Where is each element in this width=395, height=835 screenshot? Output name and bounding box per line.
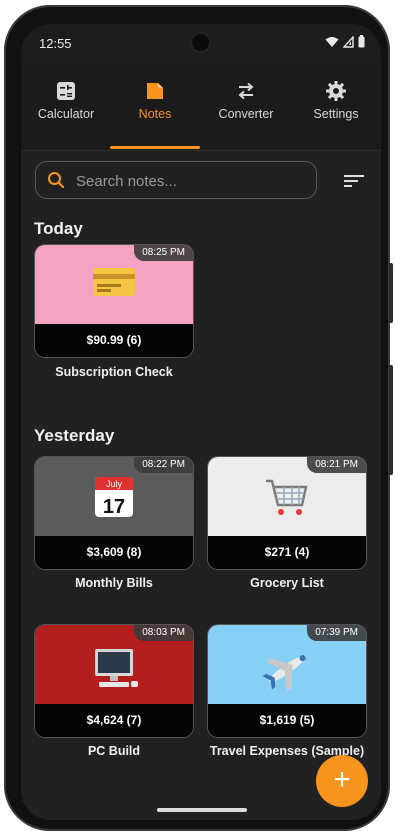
tab-converter[interactable]: Converter [201, 72, 291, 142]
calculator-icon [57, 82, 75, 100]
status-time: 12:55 [39, 36, 72, 51]
search-input[interactable] [74, 169, 308, 193]
plus-icon: + [333, 763, 351, 796]
tab-settings-label: Settings [313, 107, 359, 121]
note-amount: $271 (4) [208, 536, 366, 569]
tab-calculator-label: Calculator [37, 107, 95, 121]
note-time: 08:22 PM [134, 457, 193, 473]
search-box[interactable] [35, 161, 317, 199]
section-title-today: Today [34, 219, 83, 238]
converter-icon [238, 82, 254, 100]
search-icon [48, 172, 65, 189]
note-time: 08:25 PM [134, 245, 193, 261]
sort-icon[interactable] [343, 173, 365, 189]
note-card[interactable]: 08:03 PM $4,624 (7) [35, 625, 193, 737]
settings-icon [326, 81, 346, 101]
note-amount: $1,619 (5) [208, 704, 366, 737]
note-amount: $4,624 (7) [35, 704, 193, 737]
power-button [389, 365, 393, 475]
screen: 12:55 Calculator Notes Converter Setting… [21, 24, 381, 820]
airplane-icon [262, 655, 306, 691]
notes-content: Today 08:25 PM $90.99 (6) Subscription C… [21, 151, 381, 820]
gesture-navigation-bar[interactable] [157, 808, 247, 812]
note-amount: $3,609 (8) [35, 536, 193, 569]
wifi-icon [325, 36, 339, 47]
note-title: Subscription Check [55, 365, 173, 379]
tab-notes-label: Notes [138, 107, 172, 121]
status-bar: 12:55 [21, 24, 381, 62]
active-tab-indicator [110, 146, 200, 149]
notes-icon [147, 83, 163, 99]
calendar-icon: July 17 [95, 477, 133, 518]
note-title: Grocery List [250, 576, 324, 590]
note-card[interactable]: 07:39 PM $1,619 (5) [208, 625, 366, 737]
add-note-button[interactable]: + [316, 755, 368, 807]
tab-calculator[interactable]: Calculator [21, 72, 111, 142]
section-title-yesterday: Yesterday [34, 426, 115, 445]
front-camera [192, 34, 209, 51]
note-card[interactable]: 08:21 PM $271 (4) [208, 457, 366, 569]
tab-notes[interactable]: Notes [110, 72, 200, 142]
computer-icon [95, 649, 138, 687]
calendar-month: July [106, 479, 123, 489]
calendar-day: 17 [103, 496, 125, 518]
system-icons [325, 35, 365, 48]
credit-card-icon [93, 268, 135, 296]
note-title: Monthly Bills [75, 576, 153, 590]
note-time: 07:39 PM [307, 625, 366, 641]
note-card[interactable]: 08:25 PM $90.99 (6) [35, 245, 193, 357]
note-time: 08:03 PM [134, 625, 193, 641]
tab-settings[interactable]: Settings [291, 72, 381, 142]
note-card[interactable]: July 17 08:22 PM $3,609 (8) [35, 457, 193, 569]
note-time: 08:21 PM [307, 457, 366, 473]
volume-button [389, 263, 393, 323]
top-tab-bar: Calculator Notes Converter Settings [21, 62, 381, 151]
note-amount: $90.99 (6) [35, 324, 193, 357]
note-title: PC Build [87, 744, 141, 758]
signal-icon [343, 35, 354, 48]
tab-converter-label: Converter [218, 107, 274, 121]
phone-frame: 12:55 Calculator Notes Converter Setting… [4, 5, 393, 831]
shopping-cart-icon [266, 479, 308, 515]
battery-icon [358, 35, 365, 48]
